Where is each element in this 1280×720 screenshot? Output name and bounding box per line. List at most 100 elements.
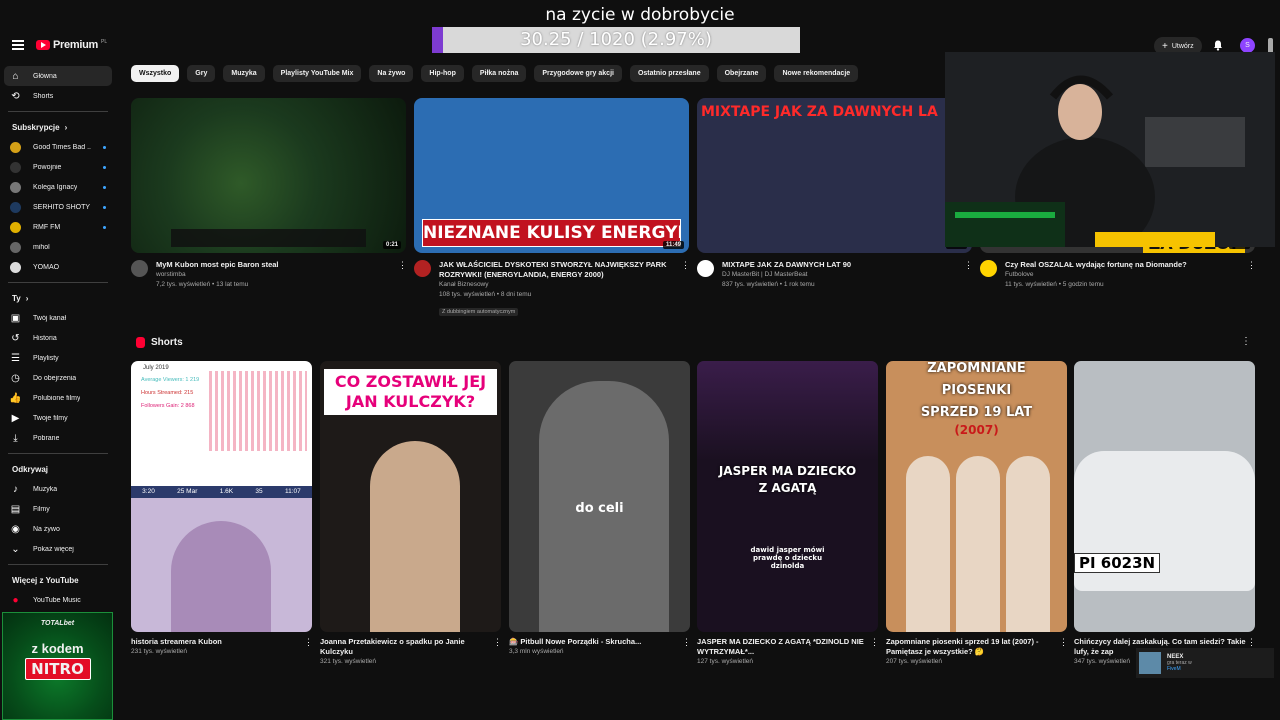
channel-name[interactable]: DJ MasterBit | DJ MasterBeat (722, 270, 956, 280)
sidebar-item-you-4[interactable]: 👍 Polubione filmy (4, 388, 112, 408)
sidebar-item-home[interactable]: ⌂ Główna (4, 66, 112, 86)
more-options-icon[interactable]: ⋮ (870, 637, 879, 667)
sidebar-subscription[interactable]: RMF FM (4, 217, 112, 237)
now-playing-popup[interactable]: NEEX gra teraz w FiveM (1136, 648, 1274, 678)
video-card[interactable]: 0:21 MyM Kubon most epic Baron steal worst… (131, 98, 407, 290)
sidebar-item-label: Historia (33, 334, 57, 342)
video-title[interactable]: MyM Kubon most epic Baron steal (156, 260, 390, 270)
short-thumbnail[interactable]: do celi (509, 361, 690, 632)
channel-name[interactable]: Kanał Biznesowy (439, 280, 673, 290)
short-card[interactable]: July 2019 Average Viewers: 1 219 Hours Str… (131, 361, 313, 657)
short-title[interactable]: historia streamera Kubon (131, 637, 304, 647)
more-options-icon[interactable]: ⋮ (398, 260, 407, 290)
video-thumbnail[interactable]: NIEZNANE KULISY ENERGYLANDII11:49 (414, 98, 689, 253)
filter-chip[interactable]: Gry (187, 65, 216, 82)
sidebar-item-shorts[interactable]: ⟲ Shorts (4, 86, 112, 106)
channel-name[interactable]: worstimba (156, 270, 390, 280)
filter-chip[interactable]: Ostatnio przesłane (629, 65, 709, 82)
you-heading[interactable]: Ty › (4, 288, 112, 308)
sidebar-item-explore-3[interactable]: ⌄ Pokaż więcej (4, 539, 112, 559)
video-title[interactable]: MIXTAPE JAK ZA DAWNYCH LAT 90 (722, 260, 956, 270)
filter-chip[interactable]: Nowe rekomendacje (774, 65, 859, 82)
stats-number: 25 Mar (177, 488, 198, 495)
filter-chip[interactable]: Muzyka (223, 65, 265, 82)
sidebar-subscription[interactable]: Powojnie (4, 157, 112, 177)
sidebar-subscription[interactable]: mihol (4, 237, 112, 257)
sidebar-item-you-0[interactable]: ▣ Twój kanał (4, 308, 112, 328)
filter-chip[interactable]: Playlisty YouTube Mix (272, 65, 362, 82)
more-options-icon[interactable]: ⋮ (304, 637, 313, 657)
short-title[interactable]: 🎰 Pitbull Nowe Porządki - Skrucha... (509, 637, 682, 647)
sidebar-subscription[interactable]: Kolega Ignacy (4, 177, 112, 197)
youtube-premium-logo[interactable]: Premium PL (36, 39, 107, 51)
more-options-icon[interactable]: ⋮ (1247, 260, 1256, 290)
more-options-icon[interactable]: ⋮ (964, 260, 973, 290)
filter-chip[interactable]: Przygodowe gry akcji (534, 65, 622, 82)
sidebar-item-label: Główna (33, 72, 57, 80)
menu-icon[interactable] (12, 40, 24, 50)
video-card[interactable]: NIEZNANE KULISY ENERGYLANDII11:49 JAK WŁA… (414, 98, 690, 318)
more-options-icon[interactable]: ⋮ (681, 260, 690, 318)
sidebar-item-label: Pobrane (33, 434, 60, 442)
short-card[interactable]: do celi 🎰 Pitbull Nowe Porządki - Skrucha… (509, 361, 691, 657)
short-title[interactable]: Joanna Przetakiewicz o spadku po Janie K… (320, 637, 493, 657)
channel-name[interactable]: Futbolove (1005, 270, 1239, 280)
filter-chip[interactable]: Hip-hop (421, 65, 464, 82)
short-meta: historia streamera Kubon 231 tys. wyświet… (131, 637, 313, 657)
video-card[interactable]: MIXTAPE JAK ZA DAWNYCH LA23:31 MIXTAPE JA… (697, 98, 973, 290)
sidebar-item-label: Playlisty (33, 354, 59, 362)
sidebar-item-you-3[interactable]: ◷ Do obejrzenia (4, 368, 112, 388)
youtube-logo-icon (36, 40, 50, 50)
more-options-icon[interactable]: ⋮ (682, 637, 691, 657)
sidebar-item-explore-0[interactable]: ♪ Muzyka (4, 479, 112, 499)
sidebar-subscription[interactable]: SERHITO SHOTY (4, 197, 112, 217)
short-thumbnail[interactable]: ZAPOMNIANE PIOSENKI SPRZED 19 LAT (2007) (886, 361, 1067, 632)
sidebar-subscription[interactable]: YOMAO (4, 257, 112, 277)
short-meta: 🎰 Pitbull Nowe Porządki - Skrucha... 3,3 … (509, 637, 691, 657)
filter-chip[interactable]: Wszystko (131, 65, 180, 82)
channel-avatar[interactable] (697, 260, 714, 277)
sidebar-item-you-1[interactable]: ↺ Historia (4, 328, 112, 348)
short-thumbnail[interactable]: JASPER MA DZIECKO Z AGATĄ dawid jasper mów… (697, 361, 878, 632)
short-card[interactable]: CO ZOSTAWIŁ JEJ JAN KULCZYK? Joanna Przeta… (320, 361, 502, 667)
short-card[interactable]: JASPER MA DZIECKO Z AGATĄ dawid jasper mów… (697, 361, 879, 667)
sidebar-item-you-5[interactable]: ▶ Twoje filmy (4, 408, 112, 428)
short-title[interactable]: Zapomniane piosenki sprzed 19 lat (2007)… (886, 637, 1059, 657)
video-thumbnail[interactable]: 0:21 (131, 98, 406, 253)
short-thumbnail[interactable]: July 2019 Average Viewers: 1 219 Hours Str… (131, 361, 312, 632)
video-stats: 11 tys. wyświetleń • 5 godzin temu (1005, 281, 1104, 288)
stats-number: 35 (255, 488, 263, 495)
video-title[interactable]: JAK WŁAŚCICIEL DYSKOTEKI STWORZYŁ NAJWIĘ… (439, 260, 673, 280)
channel-avatar (10, 181, 21, 193)
short-thumbnail[interactable]: CO ZOSTAWIŁ JEJ JAN KULCZYK? (320, 361, 501, 632)
filter-chip[interactable]: Piłka nożna (471, 65, 527, 82)
bell-icon[interactable] (1213, 40, 1223, 51)
short-text: 🎰 Pitbull Nowe Porządki - Skrucha... 3,3 … (509, 637, 682, 657)
more-options-icon[interactable]: ⋮ (1059, 637, 1068, 667)
short-card[interactable]: PI 6023N Chińczycy dalej zaskakują. Co ta… (1074, 361, 1256, 667)
stats-number: 11:07 (284, 488, 301, 495)
plus-icon: + (1162, 40, 1168, 52)
short-thumbnail[interactable]: PI 6023N (1074, 361, 1255, 632)
video-thumbnail[interactable]: MIXTAPE JAK ZA DAWNYCH LA23:31 (697, 98, 972, 253)
video-title[interactable]: Czy Real OSZALAŁ wydając fortunę na Diom… (1005, 260, 1239, 270)
channel-avatar[interactable] (131, 260, 148, 277)
filter-chip[interactable]: Obejrzane (716, 65, 767, 82)
subscriptions-heading[interactable]: Subskrypcje › (4, 117, 112, 137)
filter-chip[interactable]: Na żywo (369, 65, 414, 82)
you-heading-label: Ty (12, 293, 21, 303)
channel-avatar[interactable] (414, 260, 431, 277)
short-title[interactable]: JASPER MA DZIECKO Z AGATĄ *DZINOLD NIE W… (697, 637, 870, 657)
channel-avatar[interactable] (980, 260, 997, 277)
sidebar-subscription[interactable]: Good Times Bad ... (4, 137, 112, 157)
video-meta: MyM Kubon most epic Baron steal worstimba… (131, 260, 407, 290)
more-options-icon[interactable]: ⋮ (493, 637, 502, 667)
sidebar-item-you-2[interactable]: ☰ Playlisty (4, 348, 112, 368)
short-card[interactable]: ZAPOMNIANE PIOSENKI SPRZED 19 LAT (2007) Zap… (886, 361, 1068, 667)
sidebar-item-more-0[interactable]: ● YouTube Music (4, 590, 112, 610)
sidebar-item-explore-1[interactable]: ▤ Filmy (4, 499, 112, 519)
account-avatar[interactable]: S (1240, 38, 1255, 53)
sidebar-item-you-6[interactable]: ⤓ Pobrane (4, 428, 112, 448)
sidebar-item-explore-2[interactable]: ◉ Na żywo (4, 519, 112, 539)
more-options-icon[interactable]: ⋮ (1241, 336, 1251, 347)
